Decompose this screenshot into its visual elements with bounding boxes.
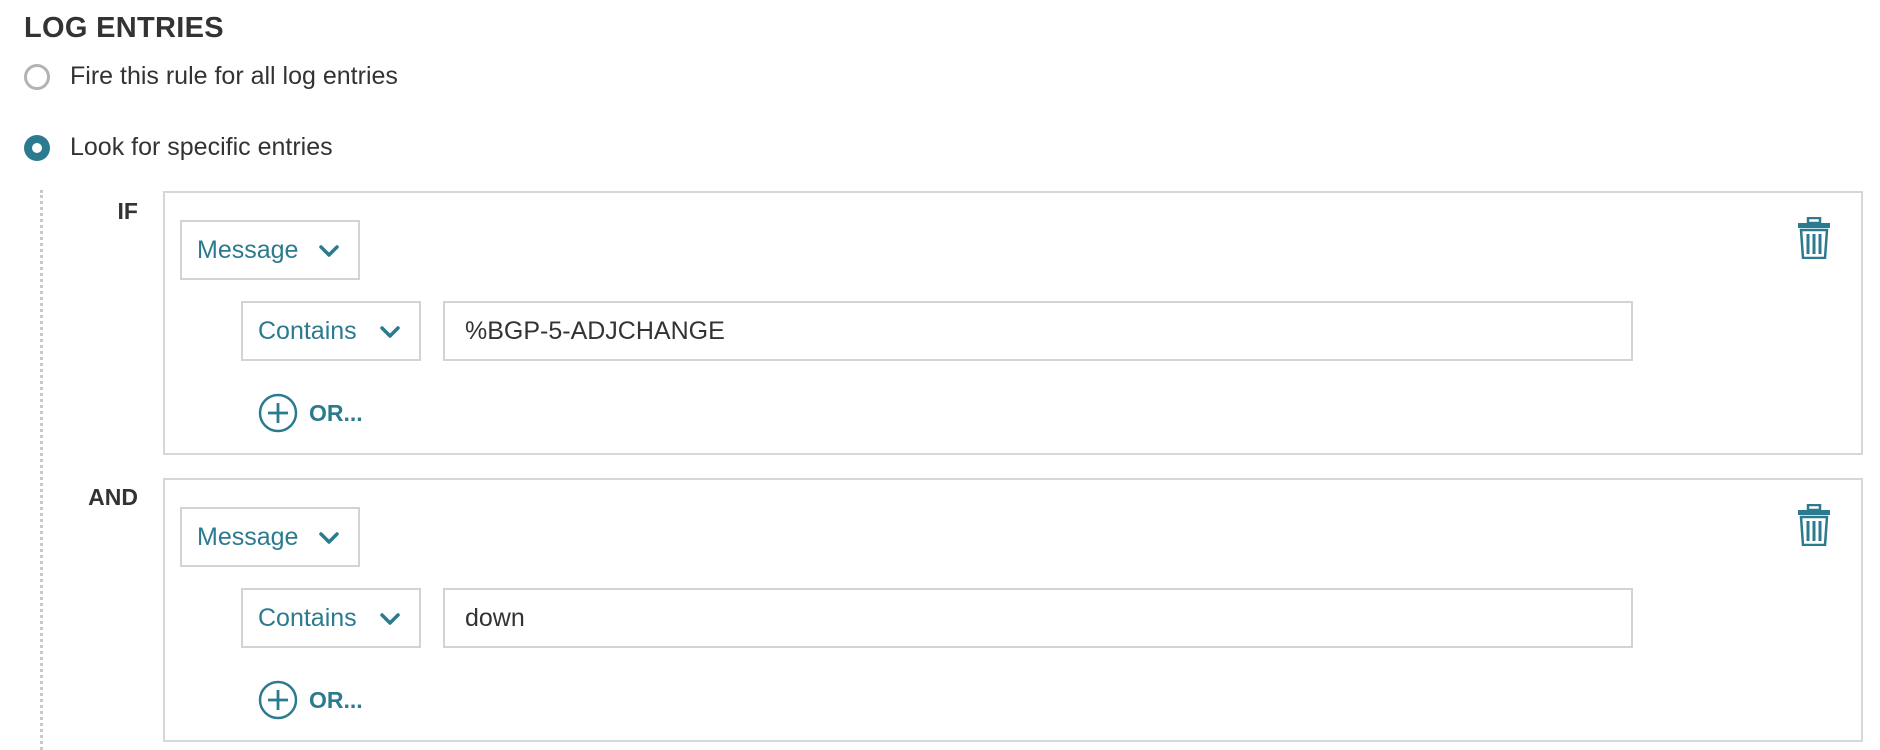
radio-fire-all-entries[interactable]: Fire this rule for all log entries [24,62,398,91]
radio-checked-icon[interactable] [24,134,50,161]
field-dropdown-label: Message [197,235,299,264]
field-dropdown-label: Message [197,522,299,551]
condition-group-1: Message Contains OR... [163,191,1863,455]
add-or-label: OR... [309,686,363,713]
add-or-label: OR... [309,399,363,426]
chevron-down-icon [318,240,340,262]
field-dropdown-1[interactable]: Message [180,220,360,280]
trash-icon [1797,217,1831,259]
condition-value-input-2[interactable] [443,588,1633,648]
section-title: LOG ENTRIES [24,12,224,44]
plus-circle-icon [258,680,298,720]
operator-dropdown-1[interactable]: Contains [241,301,421,361]
trash-icon [1797,504,1831,546]
field-dropdown-2[interactable]: Message [180,507,360,567]
radio-label-look-specific: Look for specific entries [70,133,333,161]
condition-tree-line [40,190,43,750]
chevron-down-icon [318,527,340,549]
operator-dropdown-label: Contains [258,316,357,345]
condition-value-input-1[interactable] [443,301,1633,361]
radio-look-specific-entries[interactable]: Look for specific entries [24,133,333,162]
chevron-down-icon [379,608,401,630]
add-or-button-1[interactable]: OR... [258,393,363,433]
delete-condition-button-1[interactable] [1797,217,1831,259]
add-or-button-2[interactable]: OR... [258,680,363,720]
condition-connector-and: AND [88,484,138,510]
plus-circle-icon [258,393,298,433]
condition-connector-if: IF [117,198,138,224]
operator-dropdown-2[interactable]: Contains [241,588,421,648]
delete-condition-button-2[interactable] [1797,504,1831,546]
chevron-down-icon [379,321,401,343]
operator-dropdown-label: Contains [258,603,357,632]
condition-group-2: Message Contains OR... [163,478,1863,742]
radio-label-fire-all: Fire this rule for all log entries [70,62,398,90]
radio-unchecked-icon[interactable] [24,63,50,90]
